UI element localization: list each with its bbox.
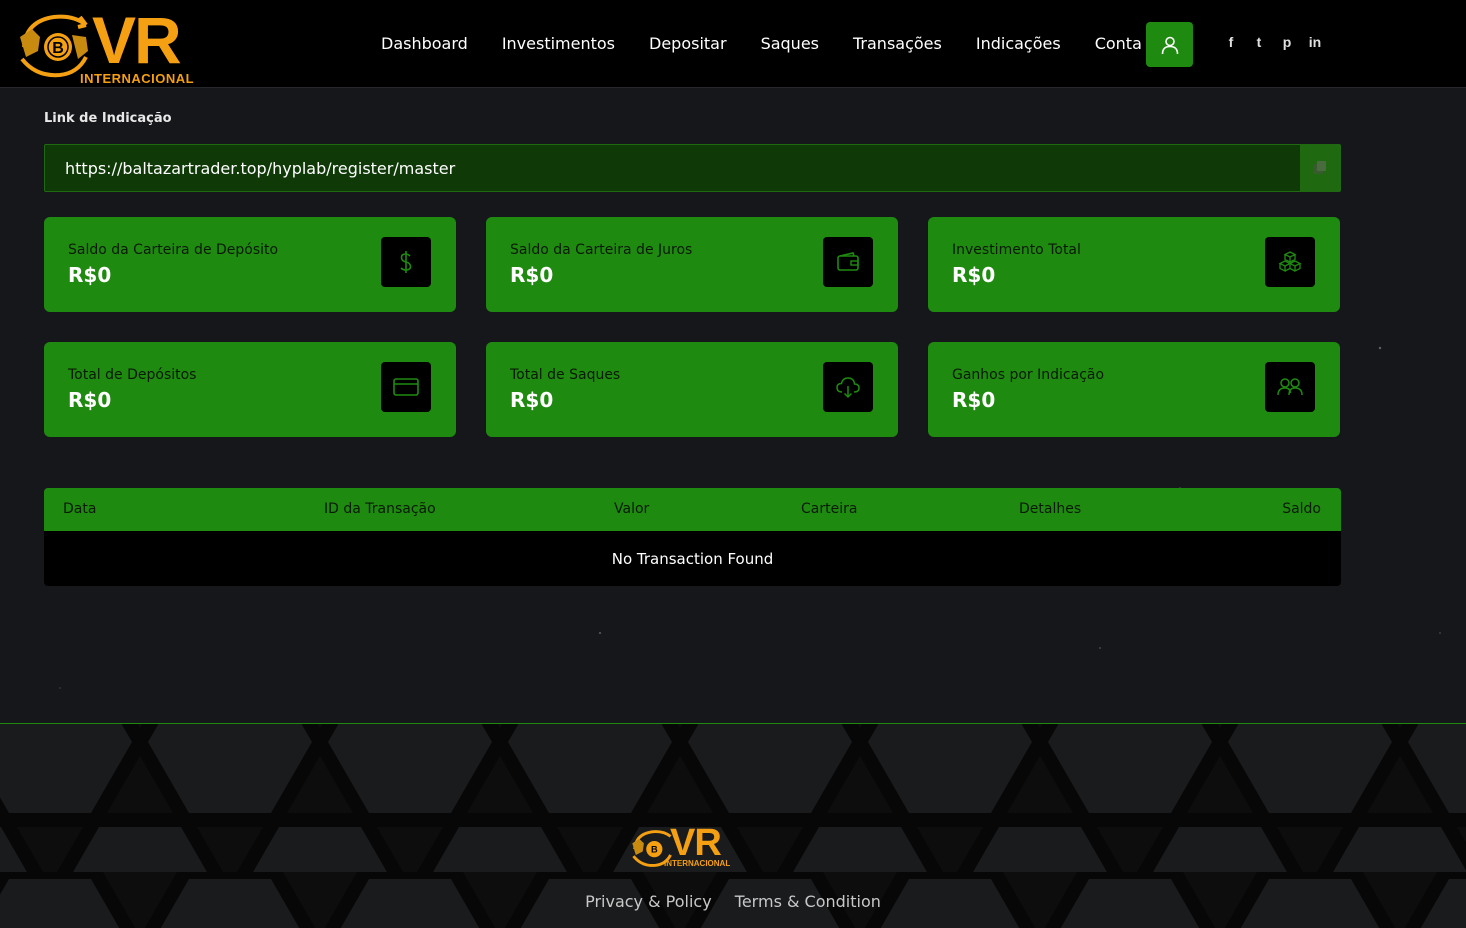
nav-conta[interactable]: Conta [1095, 34, 1142, 53]
nav-dashboard[interactable]: Dashboard [381, 34, 468, 53]
pinterest-icon[interactable]: p [1280, 34, 1294, 50]
empty-table-message: No Transaction Found [611, 549, 774, 568]
stat-value: R$0 [68, 388, 112, 412]
logo-wordmark: VR [92, 3, 182, 77]
stat-title: Saldo da Carteira de Juros [510, 242, 693, 258]
cloud-download-icon [836, 377, 860, 399]
stat-title: Total de Depósitos [68, 367, 197, 383]
main-nav: Dashboard Investimentos Depositar Saques… [381, 34, 1176, 53]
stat-card-referral-earnings: Ganhos por Indicação R$0 [928, 342, 1340, 437]
svg-text:B: B [651, 845, 658, 855]
logo-subtitle: INTERNACIONAL [80, 71, 195, 86]
column-header-data: Data [63, 501, 97, 517]
privacy-policy-link[interactable]: Privacy & Policy [585, 892, 712, 911]
stat-card-total-investment: Investimento Total R$0 [928, 217, 1340, 312]
stat-value: R$0 [510, 388, 554, 412]
column-header-transaction-id: ID da Transação [324, 501, 436, 517]
stat-value: R$0 [952, 263, 996, 287]
nav-transacoes[interactable]: Transações [853, 34, 942, 53]
column-header-carteira: Carteira [801, 501, 858, 517]
users-icon [1277, 378, 1303, 396]
nav-indicacoes[interactable]: Indicações [976, 34, 1061, 53]
nav-saques[interactable]: Saques [761, 34, 819, 53]
stat-card-deposit-wallet: Saldo da Carteira de Depósito R$0 [44, 217, 456, 312]
copy-icon [1314, 161, 1326, 174]
column-header-detalhes: Detalhes [1019, 501, 1082, 517]
user-icon [1161, 36, 1178, 54]
footer-logo[interactable]: B VR INTERNACIONAL [630, 822, 730, 870]
stat-value: R$0 [68, 263, 112, 287]
stat-title: Total de Saques [510, 367, 621, 383]
transactions-table: Data ID da Transação Valor Carteira Deta… [44, 488, 1341, 586]
stat-title: Investimento Total [952, 242, 1081, 258]
stat-card-interest-wallet: Saldo da Carteira de Juros R$0 [486, 217, 898, 312]
facebook-icon[interactable]: f [1224, 34, 1238, 50]
stat-card-total-withdrawals: Total de Saques R$0 [486, 342, 898, 437]
stat-title: Ganhos por Indicação [952, 367, 1105, 383]
linkedin-icon[interactable]: in [1308, 34, 1322, 50]
social-links: f t p in [1224, 34, 1322, 50]
twitter-icon[interactable]: t [1252, 34, 1266, 50]
wallet-icon [837, 252, 859, 271]
referral-label: Link de Indicação [44, 111, 172, 126]
column-header-saldo: Saldo [1282, 501, 1321, 517]
site-header: B VR INTERNACIONAL Dashboard Investiment… [0, 0, 1466, 88]
table-body: No Transaction Found [44, 531, 1341, 586]
stat-title: Saldo da Carteira de Depósito [68, 242, 279, 258]
site-footer: B VR INTERNACIONAL Privacy & Policy Term… [0, 723, 1466, 928]
nav-depositar[interactable]: Depositar [649, 34, 727, 53]
column-header-valor: Valor [614, 501, 650, 517]
footer-links: Privacy & Policy Terms & Condition [0, 892, 1466, 911]
dollar-icon [400, 251, 412, 273]
cubes-icon [1278, 251, 1302, 273]
user-profile-button[interactable] [1146, 22, 1193, 67]
nav-investimentos[interactable]: Investimentos [502, 34, 615, 53]
table-header: Data ID da Transação Valor Carteira Deta… [44, 488, 1341, 531]
svg-text:B: B [52, 40, 64, 57]
stat-card-total-deposits: Total de Depósitos R$0 [44, 342, 456, 437]
stat-value: R$0 [510, 263, 554, 287]
copy-link-button[interactable] [1300, 145, 1340, 191]
stat-value: R$0 [952, 388, 996, 412]
credit-card-icon [393, 378, 419, 396]
site-logo[interactable]: B VR INTERNACIONAL [12, 3, 194, 87]
terms-condition-link[interactable]: Terms & Condition [735, 892, 881, 911]
referral-link-box [44, 144, 1341, 192]
footer-logo-subtitle: INTERNACIONAL [664, 859, 731, 868]
referral-link-input[interactable] [45, 145, 1301, 191]
footer-logo-wordmark: VR [670, 822, 722, 864]
